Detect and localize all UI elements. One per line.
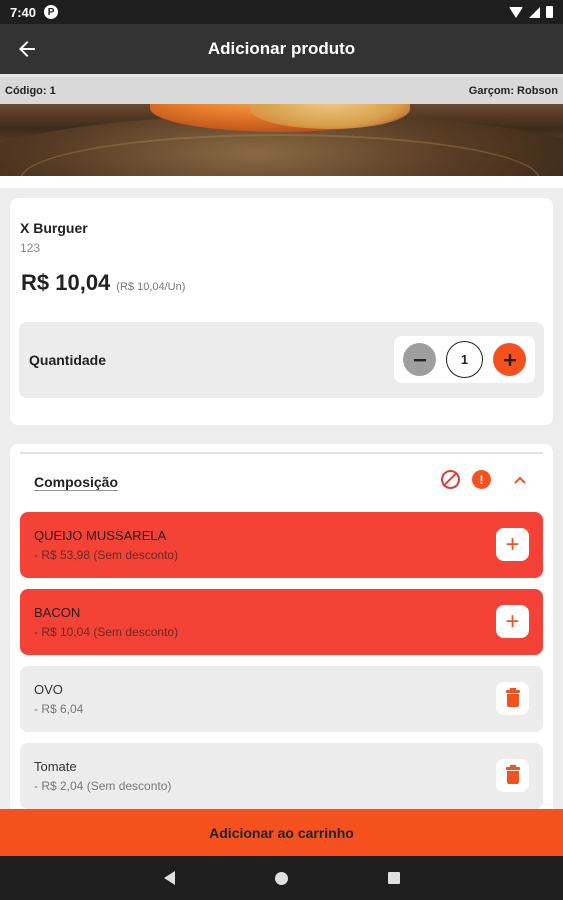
product-card: X Burguer 123 R$ 10,04 (R$ 10,04/Un) Qua…: [10, 198, 553, 425]
order-code: Código: 1: [5, 84, 56, 97]
product-price: R$ 10,04: [21, 270, 111, 295]
increase-quantity-button[interactable]: [493, 343, 526, 376]
quantity-value: 1: [446, 341, 483, 378]
ingredient-price: - R$ 10,04 (Sem desconto): [34, 625, 179, 639]
ingredient-price: - R$ 6,04: [34, 702, 84, 716]
notification-p-icon: P: [44, 5, 59, 19]
minus-icon: [413, 358, 426, 361]
ingredient-name: QUEIJO MUSSARELA: [34, 528, 167, 543]
ingredient-price: - R$ 53,98 (Sem desconto): [34, 548, 179, 562]
remove-ingredient-button[interactable]: [496, 682, 529, 715]
ingredient-name: Tomate: [34, 759, 77, 774]
info-icon[interactable]: !: [472, 470, 491, 489]
trash-icon: [505, 765, 520, 784]
plus-icon: +: [505, 530, 520, 558]
nav-recent-apps-icon[interactable]: [387, 872, 400, 884]
price-row: R$ 10,04 (R$ 10,04/Un): [21, 270, 185, 296]
battery-icon: [546, 6, 553, 18]
quantity-stepper: 1: [394, 336, 535, 383]
product-name: X Burguer: [20, 220, 88, 236]
order-info-bar: Código: 1 Garçom: Robson: [0, 74, 563, 104]
ingredient-item: Tomate - R$ 2,04 (Sem desconto): [20, 743, 543, 809]
plus-icon: +: [505, 607, 520, 635]
ingredient-item: BACON - R$ 10,04 (Sem desconto) +: [20, 589, 543, 655]
trash-icon: [505, 688, 520, 707]
app-bar: Adicionar produto: [0, 24, 563, 74]
page-title: Adicionar produto: [207, 39, 356, 58]
back-button[interactable]: [2, 24, 52, 74]
nav-back-icon[interactable]: [163, 871, 175, 885]
remove-ingredient-button[interactable]: [496, 759, 529, 792]
block-icon[interactable]: [441, 470, 460, 489]
composition-card: Composição ! QUEIJO MUSSARELA - R$ 53,98…: [10, 444, 553, 809]
signal-icon: [529, 6, 540, 18]
product-code: 123: [20, 241, 41, 255]
add-ingredient-button[interactable]: +: [496, 528, 529, 561]
plus-icon: [503, 353, 516, 366]
nav-home-icon[interactable]: [274, 871, 288, 885]
status-bar: 7:40 P: [0, 0, 563, 24]
ingredient-name: OVO: [34, 682, 63, 697]
ingredient-item: QUEIJO MUSSARELA - R$ 53,98 (Sem descont…: [20, 512, 543, 578]
divider: [20, 452, 543, 454]
arrow-back-icon: [19, 41, 35, 57]
ingredient-item: OVO - R$ 6,04: [20, 666, 543, 732]
product-image: [0, 104, 563, 176]
status-time: 7:40: [10, 4, 37, 20]
composition-title: Composição: [34, 474, 119, 490]
composition-actions: !: [441, 470, 533, 489]
wifi-icon: [509, 6, 523, 18]
quantity-box: Quantidade 1: [19, 322, 544, 398]
unit-price: (R$ 10,04/Un): [116, 281, 186, 293]
ingredient-price: - R$ 2,04 (Sem desconto): [34, 779, 172, 793]
system-nav-bar: [0, 856, 563, 900]
decrease-quantity-button[interactable]: [403, 343, 436, 376]
product-details-scroll[interactable]: X Burguer 123 R$ 10,04 (R$ 10,04/Un) Qua…: [0, 176, 563, 809]
quantity-label: Quantidade: [29, 352, 107, 368]
waiter-name: Garçom: Robson: [468, 84, 558, 97]
add-ingredient-button[interactable]: +: [496, 605, 529, 638]
ingredient-name: BACON: [34, 605, 81, 620]
chevron-up-icon[interactable]: [507, 470, 533, 489]
add-to-cart-button[interactable]: Adicionar ao carrinho: [0, 809, 563, 856]
